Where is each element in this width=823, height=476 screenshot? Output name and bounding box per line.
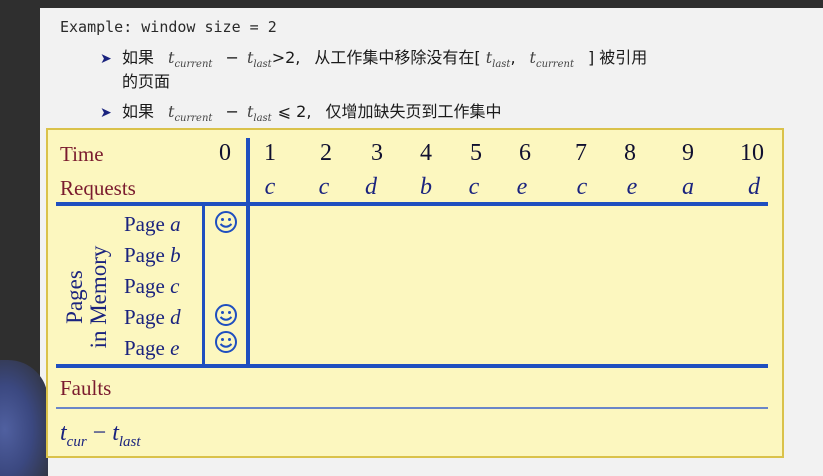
time-value: 7 bbox=[575, 140, 587, 166]
faults-rule bbox=[56, 407, 768, 409]
request-value: e bbox=[516, 174, 528, 200]
time-value: 5 bbox=[470, 140, 482, 166]
header-rule bbox=[56, 202, 768, 206]
request-value: e bbox=[626, 174, 638, 200]
time-divider-line bbox=[246, 138, 250, 366]
time-label: Time bbox=[60, 142, 104, 166]
request-value: c bbox=[468, 174, 480, 200]
smiley-face-icon bbox=[215, 304, 237, 326]
request-value: d bbox=[365, 174, 377, 200]
time-value: 8 bbox=[624, 140, 636, 166]
bullet-arrow-icon: ➤ bbox=[100, 105, 112, 121]
page-label-b: Page b bbox=[124, 243, 181, 267]
page-label-d: Page d bbox=[124, 305, 181, 329]
request-value: a bbox=[682, 174, 694, 200]
request-value: c bbox=[576, 174, 588, 200]
requests-label: Requests bbox=[60, 176, 136, 200]
bullet-arrow-icon: ➤ bbox=[100, 51, 112, 67]
bullet-remove-rule-line2: 的页面 bbox=[122, 72, 171, 91]
faults-label: Faults bbox=[60, 376, 112, 400]
time-value: 1 bbox=[264, 140, 276, 166]
request-value: c bbox=[318, 174, 330, 200]
time-value: 9 bbox=[682, 140, 694, 166]
window-formula-label: tcur − tlast bbox=[60, 420, 141, 450]
pages-bottom-rule bbox=[56, 364, 768, 368]
page-column-left-rule bbox=[202, 206, 205, 366]
pages-in-memory-label: Pages in Memory bbox=[62, 245, 111, 349]
working-set-table: Time Requests Faults 0 1 2 3 4 5 6 7 8 9… bbox=[46, 128, 784, 458]
example-heading: Example: window size = 2 bbox=[60, 18, 277, 36]
time-value: 2 bbox=[320, 140, 332, 166]
page-label-e: Page e bbox=[124, 336, 180, 360]
page-label-c: Page c bbox=[124, 274, 180, 298]
request-value: b bbox=[420, 174, 432, 200]
time-value: 3 bbox=[371, 140, 383, 166]
time-value: 6 bbox=[519, 140, 531, 166]
page-label-a: Page a bbox=[124, 212, 181, 236]
smiley-face-icon bbox=[215, 331, 237, 353]
request-value: c bbox=[264, 174, 276, 200]
time-value: 10 bbox=[740, 140, 764, 166]
time-value: 4 bbox=[420, 140, 432, 166]
bullet-remove-rule: ➤ 如果 tcurrent − tlast>2, 从工作集中移除没有在[ tlast, t… bbox=[100, 48, 648, 71]
time-value: 0 bbox=[219, 140, 231, 166]
presenter-silhouette bbox=[0, 360, 48, 476]
smiley-face-icon bbox=[215, 211, 237, 233]
request-value: d bbox=[748, 174, 760, 200]
bullet-add-rule: ➤ 如果 tcurrent − tlast ⩽ 2, 仅增加缺失页到工作集中 bbox=[100, 102, 502, 125]
